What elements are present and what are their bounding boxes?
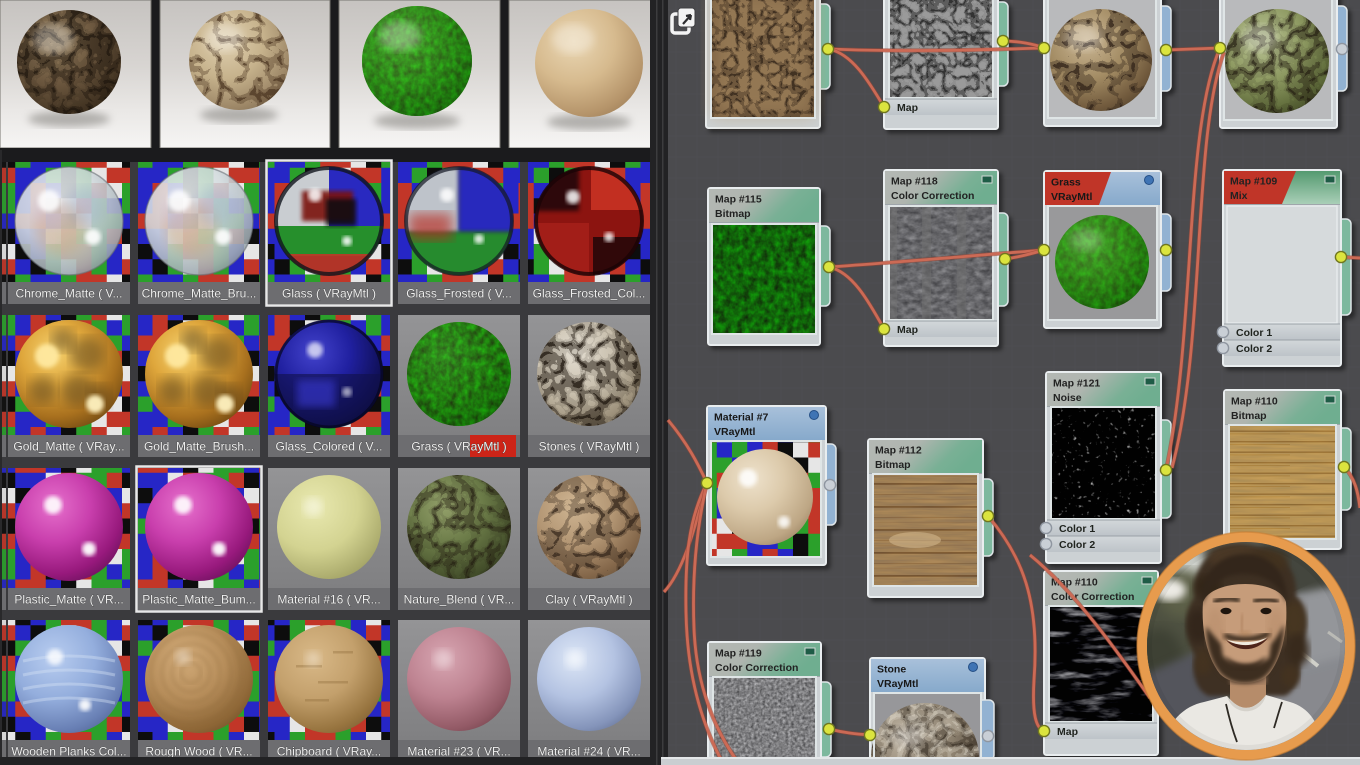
svg-text:Map #115: Map #115 xyxy=(715,194,762,206)
svg-text:VRayMtl: VRayMtl xyxy=(1051,191,1093,203)
svg-text:Material #24 ( VR...: Material #24 ( VR... xyxy=(537,745,640,759)
svg-text:Bitmap: Bitmap xyxy=(1231,410,1267,422)
svg-text:Color Correction: Color Correction xyxy=(1051,591,1134,603)
svg-text:Map #119: Map #119 xyxy=(715,648,762,660)
svg-text:Color 1: Color 1 xyxy=(1059,523,1095,535)
svg-text:Clay ( VRayMtl ): Clay ( VRayMtl ) xyxy=(545,593,632,607)
svg-text:Map #121: Map #121 xyxy=(1053,378,1100,390)
svg-text:Chrome_Matte_Bru...: Chrome_Matte_Bru... xyxy=(142,287,257,301)
svg-text:Color 2: Color 2 xyxy=(1236,343,1272,355)
svg-text:Plastic_Matte ( VR...: Plastic_Matte ( VR... xyxy=(14,593,123,607)
svg-text:Stone: Stone xyxy=(877,664,906,676)
svg-text:Stones ( VRayMtl ): Stones ( VRayMtl ) xyxy=(539,440,640,454)
svg-text:Map #109: Map #109 xyxy=(1230,176,1277,188)
svg-text:Chrome_Matte ( V...: Chrome_Matte ( V... xyxy=(16,287,123,301)
svg-text:Material #7: Material #7 xyxy=(714,412,768,424)
svg-text:VRayMtl: VRayMtl xyxy=(714,426,756,438)
svg-text:Map #110: Map #110 xyxy=(1231,396,1278,408)
svg-text:Grass ( VRayMtl ): Grass ( VRayMtl ) xyxy=(411,440,506,454)
svg-text:Glass_Frosted_Col...: Glass_Frosted_Col... xyxy=(533,287,646,301)
svg-text:Grass: Grass xyxy=(1051,177,1081,189)
svg-text:Plastic_Matte_Bum...: Plastic_Matte_Bum... xyxy=(142,593,255,607)
svg-text:Color 1: Color 1 xyxy=(1236,327,1272,339)
svg-text:Nature_Blend ( VR...: Nature_Blend ( VR... xyxy=(404,593,515,607)
svg-text:Bitmap: Bitmap xyxy=(875,459,911,471)
svg-text:Mix: Mix xyxy=(1230,190,1248,202)
svg-text:Wooden Planks Col...: Wooden Planks Col... xyxy=(11,745,126,759)
svg-text:VRayMtl: VRayMtl xyxy=(877,678,919,690)
svg-text:Glass_Colored ( V...: Glass_Colored ( V... xyxy=(276,440,383,454)
svg-text:Map: Map xyxy=(1057,726,1078,738)
svg-text:Gold_Matte_Brush...: Gold_Matte_Brush... xyxy=(144,440,254,454)
svg-text:Gold_Matte ( VRay...: Gold_Matte ( VRay... xyxy=(13,440,124,454)
svg-text:Map #112: Map #112 xyxy=(875,445,922,457)
svg-text:Material #16 ( VR...: Material #16 ( VR... xyxy=(277,593,380,607)
svg-text:Map: Map xyxy=(897,324,918,336)
svg-text:Glass_Frosted ( V...: Glass_Frosted ( V... xyxy=(406,287,512,301)
svg-text:Rough Wood ( VR...: Rough Wood ( VR... xyxy=(145,745,252,759)
svg-text:Color Correction: Color Correction xyxy=(891,190,974,202)
svg-text:Material #23 ( VR...: Material #23 ( VR... xyxy=(407,745,510,759)
svg-text:Map: Map xyxy=(897,102,918,114)
svg-text:Chipboard ( VRay...: Chipboard ( VRay... xyxy=(277,745,382,759)
svg-text:Glass ( VRayMtl ): Glass ( VRayMtl ) xyxy=(282,287,376,301)
svg-text:Bitmap: Bitmap xyxy=(715,208,751,220)
svg-text:Noise: Noise xyxy=(1053,392,1082,404)
svg-text:Map #118: Map #118 xyxy=(891,176,938,188)
svg-text:Color Correction: Color Correction xyxy=(715,662,798,674)
svg-text:Color 2: Color 2 xyxy=(1059,539,1095,551)
